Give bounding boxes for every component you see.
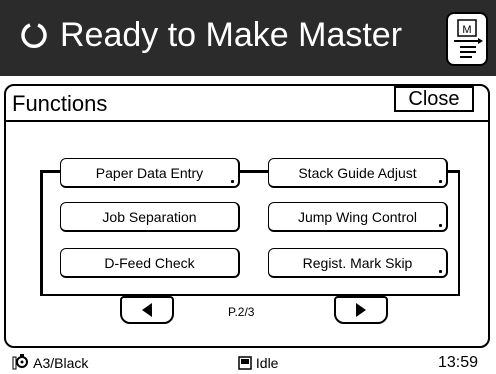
title-bar: Ready to Make Master M: [0, 0, 496, 76]
drum-label: A3/Black: [33, 355, 89, 371]
regist-mark-skip-button[interactable]: Regist. Mark Skip: [268, 248, 448, 278]
master-document-button[interactable]: M: [446, 12, 488, 66]
machine-state: Idle: [255, 355, 279, 371]
submenu-indicator: [231, 180, 234, 183]
d-feed-check-button[interactable]: D-Feed Check: [60, 248, 240, 278]
left-triangle-icon: [142, 303, 152, 317]
drum-icon: [12, 354, 28, 370]
function-label: Stack Guide Adjust: [298, 165, 417, 181]
close-button[interactable]: Close: [394, 86, 474, 112]
machine-icon: [238, 356, 252, 370]
screen-title: Ready to Make Master: [60, 16, 403, 54]
jump-wing-control-button[interactable]: Jump Wing Control: [268, 202, 448, 232]
submenu-indicator: [439, 180, 442, 183]
function-label: Jump Wing Control: [297, 209, 418, 225]
paper-data-entry-button[interactable]: Paper Data Entry: [60, 158, 240, 188]
previous-page-button[interactable]: [120, 296, 174, 324]
job-separation-button[interactable]: Job Separation: [60, 202, 240, 232]
stack-guide-adjust-button[interactable]: Stack Guide Adjust: [268, 158, 448, 188]
function-label: Paper Data Entry: [95, 165, 204, 181]
function-label: D-Feed Check: [104, 255, 195, 271]
right-triangle-icon: [356, 303, 366, 317]
function-label: Job Separation: [102, 209, 197, 225]
circular-arrow-icon: [20, 12, 48, 70]
drum-status: A3/Black: [12, 354, 88, 372]
clock: 13:59: [438, 354, 479, 371]
master-document-icon: M: [454, 19, 483, 58]
page-indicator: P.2/3: [228, 305, 255, 319]
submenu-indicator: [439, 270, 442, 273]
next-page-button[interactable]: [334, 296, 388, 324]
submenu-indicator: [439, 224, 442, 227]
panel-title: Functions: [12, 91, 108, 116]
machine-status: Idle: [238, 354, 278, 372]
status-bar: A3/Black Idle 13:59: [0, 352, 496, 374]
function-label: Regist. Mark Skip: [302, 255, 413, 271]
master-button-letter: M: [462, 24, 471, 36]
panel-divider: [6, 120, 488, 122]
